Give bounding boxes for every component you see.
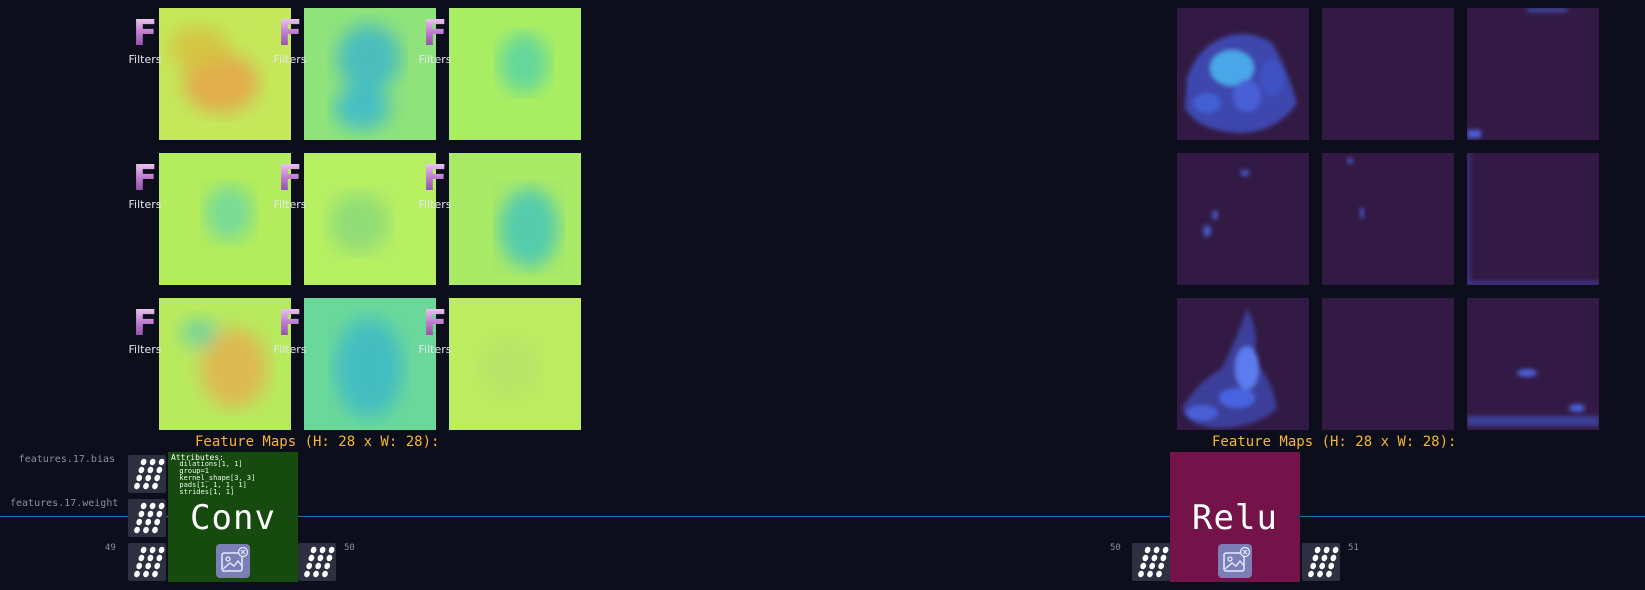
filters-button[interactable]: F Filters <box>115 16 175 67</box>
filters-label: Filters <box>273 343 307 356</box>
conv-node-title: Conv <box>190 498 276 538</box>
conv-feature-map[interactable] <box>449 8 581 140</box>
filters-f-icon: F <box>260 306 320 342</box>
edge-number-conv-out: 50 <box>344 543 355 553</box>
relu-feature-map[interactable] <box>1322 298 1454 430</box>
relu-feature-map[interactable] <box>1467 8 1599 140</box>
bias-tensor-icon[interactable] <box>128 455 166 493</box>
relu-feature-map[interactable] <box>1322 153 1454 285</box>
filters-button[interactable]: F Filters <box>405 16 465 67</box>
weight-tensor-icon[interactable] <box>128 499 166 537</box>
filters-f-icon: F <box>115 16 175 52</box>
filters-label: Filters <box>273 198 307 211</box>
filters-button[interactable]: F Filters <box>115 306 175 357</box>
relu-node[interactable]: Relu <box>1170 452 1300 582</box>
filters-button[interactable]: F Filters <box>405 306 465 357</box>
filters-button[interactable]: F Filters <box>260 161 320 212</box>
conv-attributes: Attributes: dilations[1, 1] group=1 kern… <box>171 454 255 496</box>
relu-feature-map[interactable] <box>1177 298 1309 430</box>
filters-button[interactable]: F Filters <box>260 16 320 67</box>
relu-input-tensor-icon[interactable] <box>1132 543 1170 581</box>
filters-label: Filters <box>273 53 307 66</box>
conv-feature-map[interactable] <box>449 298 581 430</box>
filters-button[interactable]: F Filters <box>260 306 320 357</box>
filters-f-icon: F <box>405 161 465 197</box>
image-off-icon[interactable] <box>1218 544 1252 578</box>
conv-feature-maps-caption: Feature Maps (H: 28 x W: 28): <box>195 434 440 450</box>
bias-tensor-label: features.17.bias <box>18 454 115 465</box>
input-tensor-icon[interactable] <box>128 543 166 581</box>
relu-feature-map[interactable] <box>1467 298 1599 430</box>
filters-label: Filters <box>128 53 162 66</box>
filters-f-icon: F <box>405 306 465 342</box>
edge-number-relu-in: 50 <box>1110 543 1121 553</box>
relu-feature-maps-caption: Feature Maps (H: 28 x W: 28): <box>1212 434 1457 450</box>
edge-number-relu-out: 51 <box>1348 543 1359 553</box>
relu-feature-map[interactable] <box>1177 153 1309 285</box>
filters-f-icon: F <box>115 161 175 197</box>
filters-label: Filters <box>418 343 452 356</box>
filters-f-icon: F <box>260 161 320 197</box>
filters-button[interactable]: F Filters <box>115 161 175 212</box>
relu-node-title: Relu <box>1192 498 1278 538</box>
edge-number-conv-in: 49 <box>105 543 116 553</box>
filters-label: Filters <box>418 198 452 211</box>
relu-feature-map[interactable] <box>1467 153 1599 285</box>
conv-attribute-line: strides[1, 1] <box>171 488 235 496</box>
filters-f-icon: F <box>405 16 465 52</box>
filters-label: Filters <box>128 343 162 356</box>
relu-feature-map[interactable] <box>1322 8 1454 140</box>
filters-f-icon: F <box>260 16 320 52</box>
relu-feature-map[interactable] <box>1177 8 1309 140</box>
conv-node[interactable]: Attributes: dilations[1, 1] group=1 kern… <box>168 452 298 582</box>
conv-feature-map[interactable] <box>449 153 581 285</box>
weight-tensor-label: features.17.weight <box>10 498 119 509</box>
relu-output-tensor-icon[interactable] <box>1302 543 1340 581</box>
conv-output-tensor-icon[interactable] <box>298 543 336 581</box>
filters-label: Filters <box>418 53 452 66</box>
filters-button[interactable]: F Filters <box>405 161 465 212</box>
image-off-icon[interactable] <box>216 544 250 578</box>
filters-label: Filters <box>128 198 162 211</box>
filters-f-icon: F <box>115 306 175 342</box>
